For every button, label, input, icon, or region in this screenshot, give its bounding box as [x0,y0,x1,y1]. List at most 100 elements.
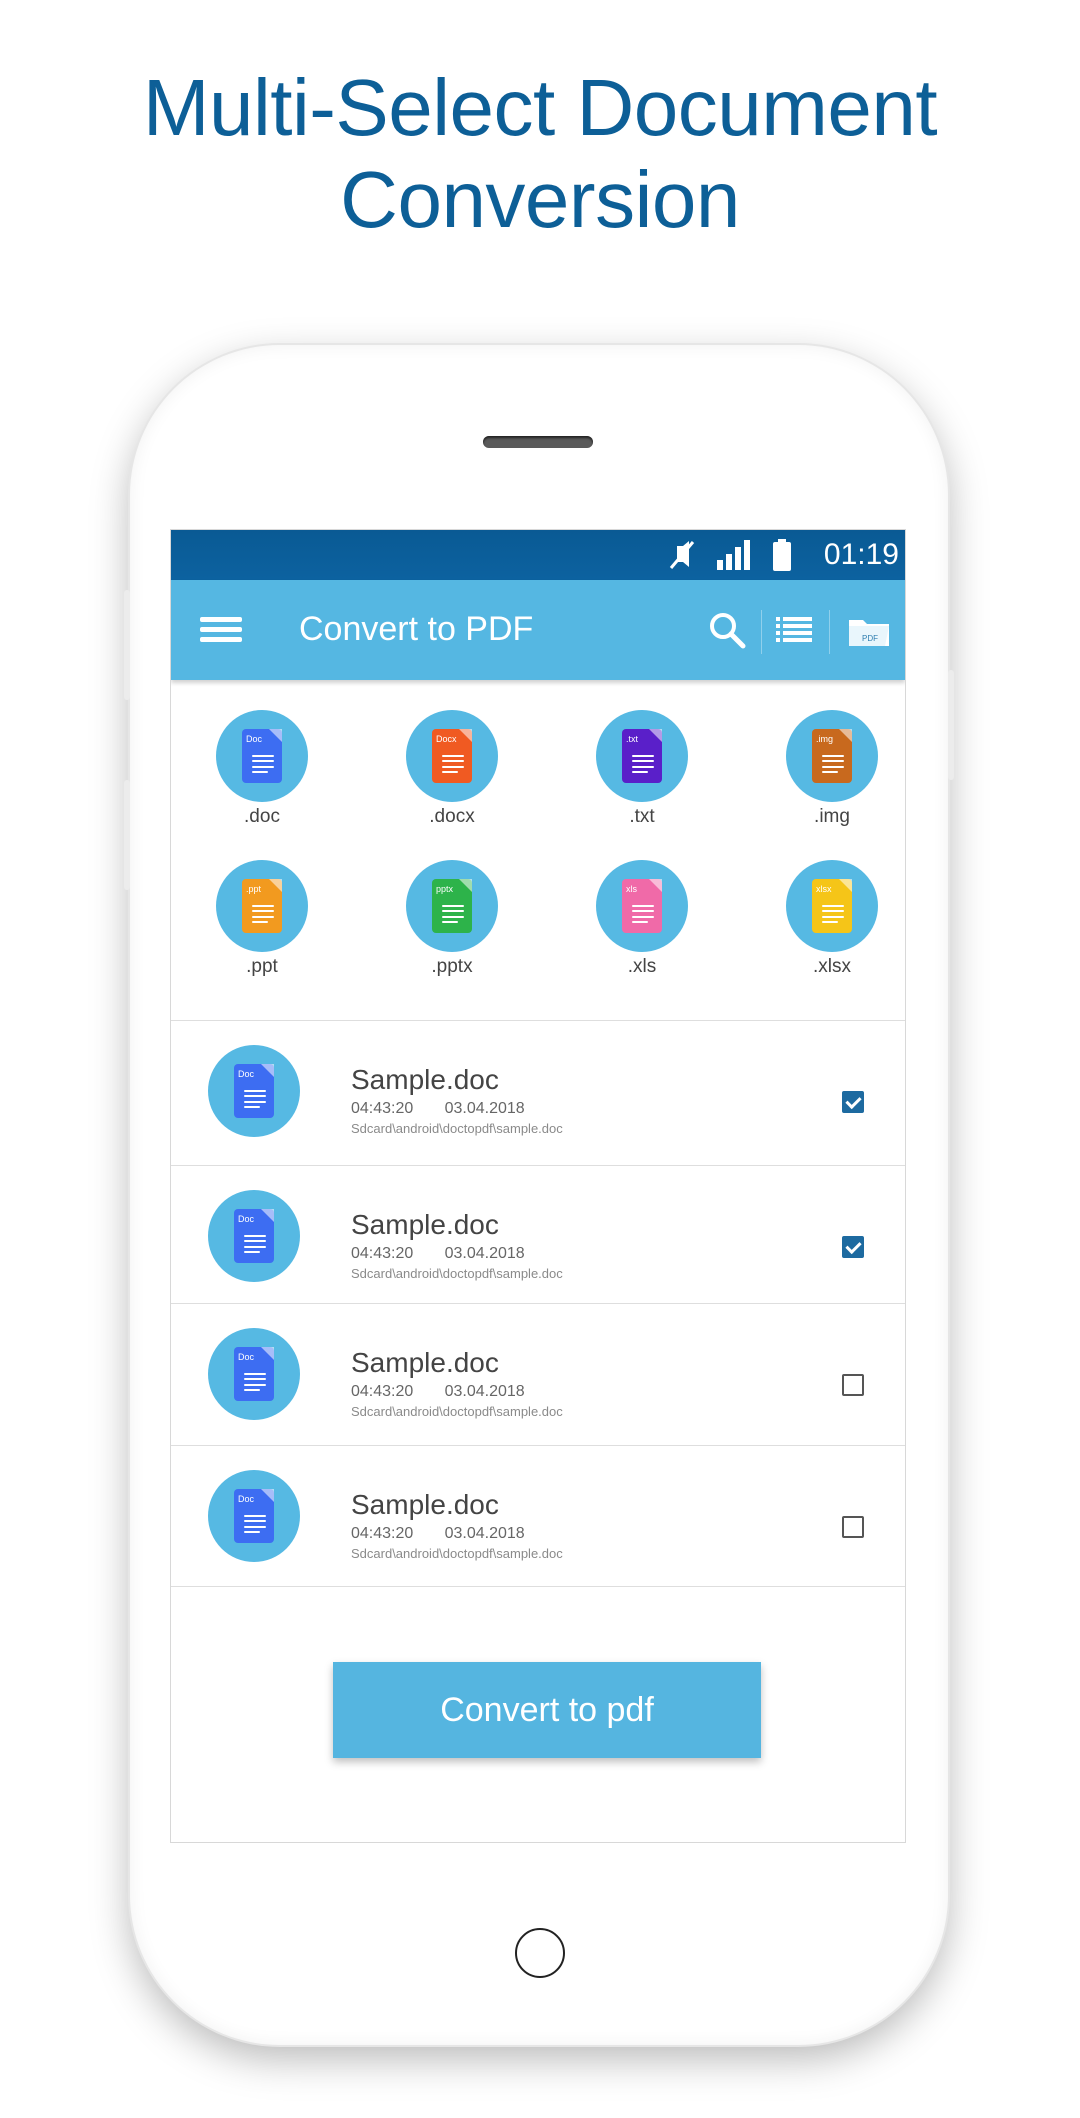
phone-side-button-left-2 [124,780,130,890]
file-row[interactable]: Doc Sample.doc 04:43:20 03.04.2018 Sdcard\a… [171,1303,905,1444]
file-avatar: Doc [208,1190,300,1282]
document-icon-tag: Doc [238,1069,255,1079]
file-checkbox[interactable] [842,1516,864,1538]
document-icon: xlsx [812,879,852,933]
file-date: 03.04.2018 [444,1383,525,1400]
file-avatar: Doc [208,1045,300,1137]
pdf-badge: PDF [862,634,878,643]
home-button[interactable] [515,1928,565,1978]
file-timestamp: 04:43:20 03.04.2018 [351,1244,525,1264]
file-type-label: .xlsx [813,956,851,977]
status-icons [665,538,793,572]
file-type-label: .docx [429,806,475,827]
headline-line-2: Conversion [340,155,740,244]
document-icon: xls [622,879,662,933]
phone-speaker [483,436,593,448]
appbar-divider [761,610,762,654]
file-path: Sdcard\android\doctopdf\sample.doc [351,1546,563,1561]
file-name: Sample.doc [351,1347,499,1378]
document-icon-tag: .txt [626,734,639,744]
document-icon: pptx [432,879,472,933]
document-icon: Doc [234,1489,274,1543]
file-checkbox[interactable] [842,1374,864,1396]
file-type-pptx[interactable]: pptx .pptx [392,860,512,980]
document-icon: Docx [432,729,472,783]
file-type-xls[interactable]: xls .xls [582,860,702,980]
status-time: 01:19 [823,538,899,571]
file-date: 03.04.2018 [444,1100,525,1117]
file-row[interactable]: Doc Sample.doc 04:43:20 03.04.2018 Sdcard\a… [171,1445,905,1587]
file-avatar: Doc [208,1328,300,1420]
file-name: Sample.doc [351,1064,499,1095]
file-row[interactable]: Doc Sample.doc 04:43:20 03.04.2018 Sdcard\a… [171,1020,905,1161]
headline-line-1: Multi-Select Document [142,63,938,152]
status-bar: 01:19 [171,530,905,580]
file-type-label: .img [814,806,850,827]
file-type-label: .ppt [246,956,278,977]
file-avatar: Doc [208,1470,300,1562]
file-type-circle: Doc [216,710,308,802]
file-time: 04:43:20 [351,1100,414,1117]
file-type-txt[interactable]: .txt .txt [582,710,702,830]
document-icon-tag: Doc [238,1494,255,1504]
battery-icon [773,539,791,571]
file-timestamp: 04:43:20 03.04.2018 [351,1099,525,1119]
document-icon: Doc [234,1209,274,1263]
file-type-circle: Docx [406,710,498,802]
file-type-doc[interactable]: Doc .doc [202,710,322,830]
file-type-label: .txt [629,806,655,827]
file-name: Sample.doc [351,1489,499,1520]
file-type-circle: pptx [406,860,498,952]
signal-icon [717,540,750,570]
headline: Multi-Select Document Conversion [0,62,1080,246]
file-type-docx[interactable]: Docx .docx [392,710,512,830]
menu-icon[interactable] [200,617,242,643]
file-type-circle: .img [786,710,878,802]
file-type-label: .xls [627,956,657,977]
file-type-circle: .txt [596,710,688,802]
file-timestamp: 04:43:20 03.04.2018 [351,1382,525,1402]
file-checkbox[interactable] [842,1236,864,1258]
file-row[interactable]: Doc Sample.doc 04:43:20 03.04.2018 Sdcard\a… [171,1165,905,1306]
document-icon-tag: .img [816,734,834,744]
app-title: Convert to PDF [299,610,534,648]
file-type-circle: .ppt [216,860,308,952]
document-icon: .img [812,729,852,783]
file-date: 03.04.2018 [444,1245,525,1262]
phone-side-button-left-1 [124,590,130,700]
file-timestamp: 04:43:20 03.04.2018 [351,1524,525,1544]
document-icon: Doc [242,729,282,783]
document-icon: Doc [234,1347,274,1401]
file-time: 04:43:20 [351,1525,414,1542]
document-icon-tag: Docx [436,734,457,744]
file-type-xlsx[interactable]: xlsx .xlsx [772,860,892,980]
document-icon-tag: xls [626,884,637,894]
file-type-circle: xlsx [786,860,878,952]
app-bar: Convert to PDF PDF [171,580,905,680]
file-time: 04:43:20 [351,1245,414,1262]
document-icon: .txt [622,729,662,783]
mute-icon [669,541,695,569]
file-path: Sdcard\android\doctopdf\sample.doc [351,1266,563,1281]
document-icon-tag: Doc [238,1214,255,1224]
file-type-ppt[interactable]: .ppt .ppt [202,860,322,980]
file-checkbox[interactable] [842,1091,864,1113]
phone-screen: 01:19 Convert to PDF PDF Doc .doc Docx .doc… [171,530,905,1842]
phone-side-button-right [948,670,954,780]
file-path: Sdcard\android\doctopdf\sample.doc [351,1121,563,1136]
file-type-img[interactable]: .img .img [772,710,892,830]
search-icon[interactable] [707,610,747,650]
document-icon: .ppt [242,879,282,933]
file-path: Sdcard\android\doctopdf\sample.doc [351,1404,563,1419]
pdf-folder-icon[interactable]: PDF [847,610,891,650]
document-icon-tag: Doc [238,1352,255,1362]
document-icon-tag: xlsx [816,884,832,894]
document-icon-tag: Doc [246,734,263,744]
list-view-icon[interactable] [776,616,812,644]
appbar-divider [829,610,830,654]
convert-to-pdf-button[interactable]: Convert to pdf [333,1662,761,1758]
document-icon: Doc [234,1064,274,1118]
file-time: 04:43:20 [351,1383,414,1400]
file-name: Sample.doc [351,1209,499,1240]
file-type-circle: xls [596,860,688,952]
